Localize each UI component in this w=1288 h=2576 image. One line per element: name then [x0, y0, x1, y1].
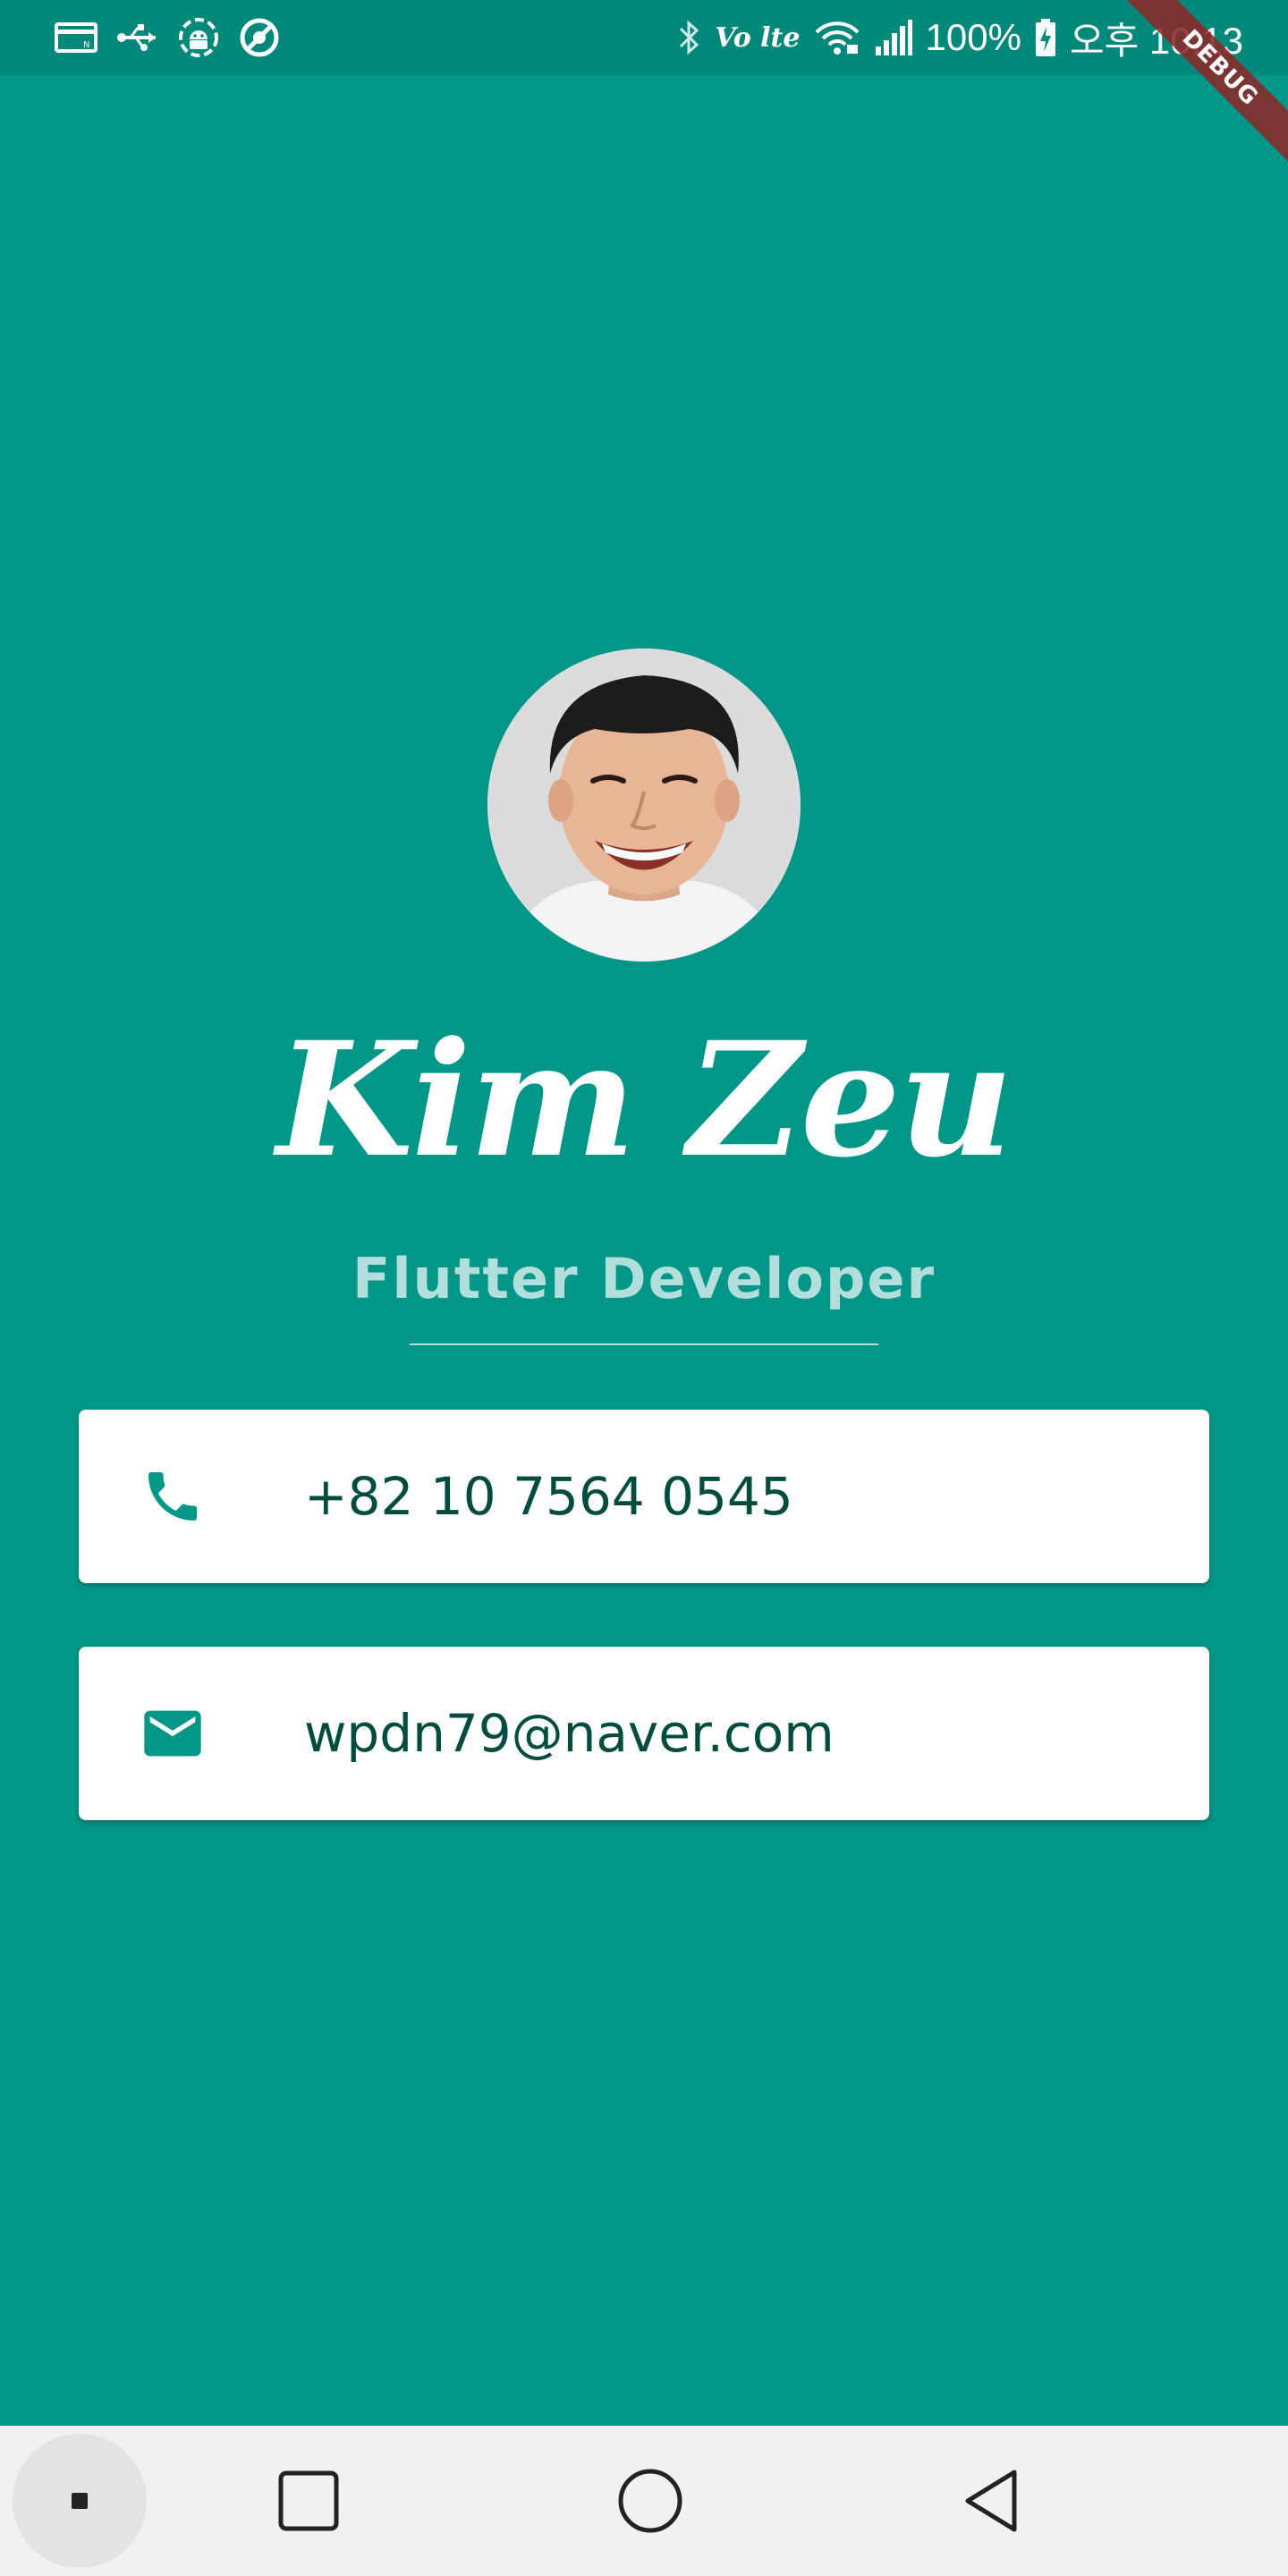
dot-button[interactable] [13, 2426, 147, 2576]
phone-card[interactable]: +82 10 7564 0545 [79, 1410, 1209, 1583]
nfc-card-icon: N [54, 20, 98, 55]
status-left-icons: N [54, 0, 281, 75]
profile-title: Flutter Developer [352, 1246, 936, 1311]
recents-button[interactable] [255, 2426, 362, 2576]
email-card[interactable]: wpdn79@naver.com [79, 1647, 1209, 1820]
home-button[interactable] [597, 2426, 704, 2576]
email-address: wpdn79@naver.com [304, 1703, 835, 1764]
home-icon [618, 2469, 682, 2533]
phone-number: +82 10 7564 0545 [304, 1466, 793, 1527]
recents-icon [278, 2470, 339, 2531]
battery-icon [1034, 18, 1057, 57]
battery-percent: 100% [925, 16, 1021, 58]
divider [410, 1343, 878, 1345]
data-saver-icon [238, 16, 281, 59]
volte-icon: Vo lte [715, 21, 801, 54]
back-icon [965, 2470, 1017, 2532]
profile-name: Kim Zeu [276, 1007, 1013, 1192]
bluetooth-icon [677, 18, 702, 57]
mail-icon [132, 1647, 213, 1820]
back-button[interactable] [939, 2426, 1046, 2576]
avatar [487, 648, 801, 962]
phone-icon [132, 1410, 213, 1583]
signal-icon [874, 18, 913, 57]
android-debug-icon [177, 16, 220, 59]
navigation-bar [0, 2426, 1288, 2576]
dot-icon [72, 2493, 88, 2509]
avatar-portrait [487, 648, 801, 962]
svg-text:N: N [83, 40, 89, 50]
dot-button-background [13, 2434, 147, 2568]
usb-icon [116, 20, 159, 55]
wifi-icon [813, 18, 861, 57]
status-bar: N Vo lte 100% 오후 10:13 [0, 0, 1288, 75]
